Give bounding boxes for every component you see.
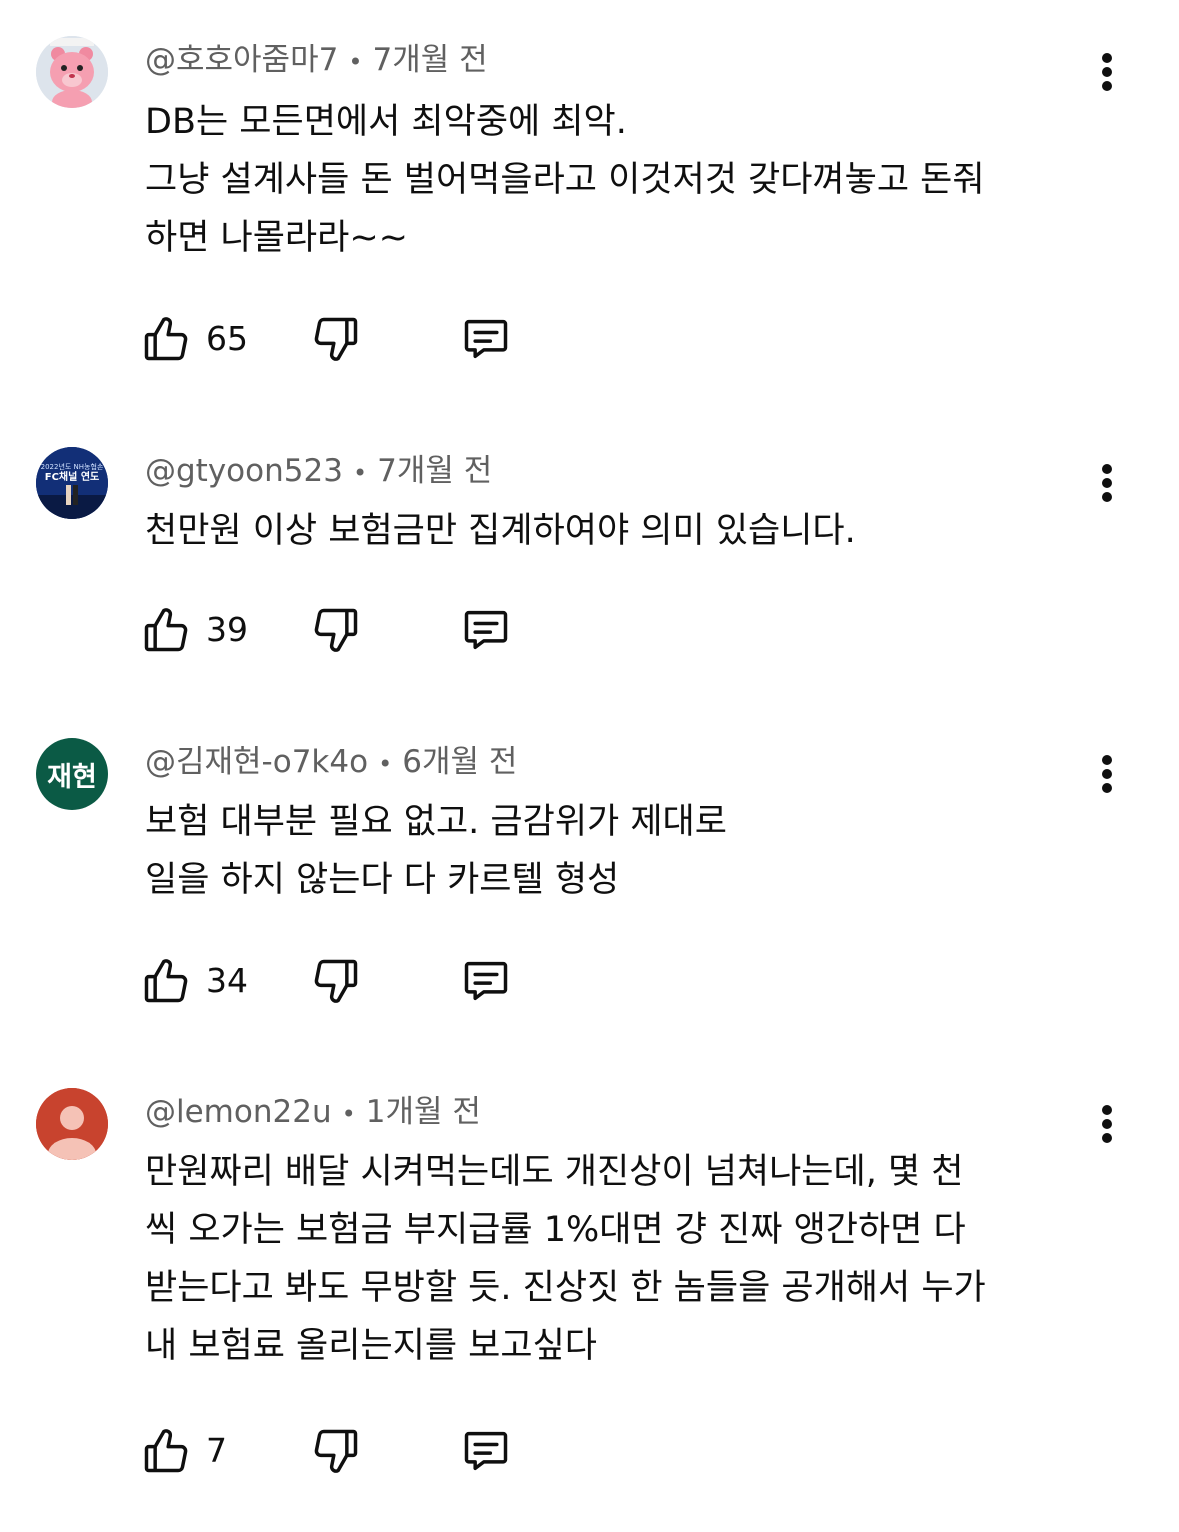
comment-time: 7개월 전 <box>377 453 493 489</box>
like-count: 39 <box>206 610 248 649</box>
comment-text-line: 보험 대부분 필요 없고. 금감위가 제대로 <box>145 802 727 842</box>
comment-text-line: 내 보험료 올리는지를 보고싶다 <box>145 1326 597 1366</box>
comment-text-line: 만원짜리 배달 시켜먹는데도 개진상이 넘쳐나는데, 몇 천 <box>145 1152 964 1192</box>
like-button[interactable]: 34 <box>140 953 248 1009</box>
avatar[interactable]: 2022년도 NH농협손 FC채널 연도 <box>36 447 108 519</box>
reply-comment-icon <box>464 1431 508 1471</box>
dislike-button[interactable] <box>310 1423 362 1479</box>
more-vert-icon <box>1102 1105 1112 1143</box>
reply-button[interactable] <box>458 311 514 367</box>
reply-comment-icon <box>464 961 508 1001</box>
comment-author[interactable]: @김재현-o7k4o <box>145 744 368 780</box>
reply-comment-icon <box>464 319 508 359</box>
comment-meta: @gtyoon523 • 7개월 전 <box>145 449 492 493</box>
like-count: 7 <box>206 1431 227 1470</box>
more-vert-icon <box>1102 755 1112 793</box>
like-button[interactable]: 7 <box>140 1423 227 1479</box>
comment-text-line: 하면 나몰라라~~ <box>145 218 408 258</box>
thumbs-up-icon <box>144 317 188 361</box>
avatar[interactable]: 재현 <box>36 738 108 810</box>
reply-button[interactable] <box>458 1423 514 1479</box>
dislike-button[interactable] <box>310 311 362 367</box>
more-options-button[interactable] <box>1088 750 1126 798</box>
more-options-button[interactable] <box>1088 1100 1126 1148</box>
thumbs-down-icon <box>314 317 358 361</box>
thumbs-up-icon <box>144 608 188 652</box>
comment-text-line: 받는다고 봐도 무방할 듯. 진상짓 한 놈들을 공개해서 누가 <box>145 1268 986 1308</box>
comment-text: 천만원 이상 보험금만 집계하여야 의미 있습니다. <box>145 502 1105 560</box>
thumbs-down-icon <box>314 608 358 652</box>
thumbs-down-icon <box>314 959 358 1003</box>
avatar[interactable] <box>36 1088 108 1160</box>
more-vert-icon <box>1102 53 1112 91</box>
more-options-button[interactable] <box>1088 459 1126 507</box>
reply-button[interactable] <box>458 953 514 1009</box>
comment-actions: 65 <box>140 311 540 367</box>
more-vert-icon <box>1102 464 1112 502</box>
meta-separator: • <box>348 48 363 76</box>
more-options-button[interactable] <box>1088 48 1126 96</box>
comment-author[interactable]: @호호아줌마7 <box>145 42 338 78</box>
like-count: 34 <box>206 961 248 1000</box>
meta-separator: • <box>378 750 393 778</box>
comment-text-line: 그냥 설계사들 돈 벌어먹을라고 이것저것 갖다껴놓고 돈줘 <box>145 160 985 200</box>
event-stage-photo-icon: 2022년도 NH농협손 FC채널 연도 <box>36 447 108 519</box>
default-person-icon <box>36 1088 108 1160</box>
comment-text-line: DB는 모든면에서 최악중에 최악. <box>145 102 627 142</box>
pink-bear-character-icon <box>36 36 108 108</box>
comment-actions: 39 <box>140 602 540 658</box>
thumbs-down-icon <box>314 1429 358 1473</box>
comment-meta: @lemon22u • 1개월 전 <box>145 1090 481 1134</box>
like-count: 65 <box>206 319 248 358</box>
comment-text: 보험 대부분 필요 없고. 금감위가 제대로 일을 하지 않는다 다 카르텔 형… <box>145 793 1105 909</box>
comment-author[interactable]: @gtyoon523 <box>145 453 343 489</box>
comment-text: DB는 모든면에서 최악중에 최악. 그냥 설계사들 돈 벌어먹을라고 이것저것… <box>145 93 1105 267</box>
comment-author[interactable]: @lemon22u <box>145 1094 332 1130</box>
comment-text-line: 일을 하지 않는다 다 카르텔 형성 <box>145 860 620 900</box>
like-button[interactable]: 39 <box>140 602 248 658</box>
comment-time: 6개월 전 <box>402 744 518 780</box>
comment-actions: 34 <box>140 953 540 1009</box>
dislike-button[interactable] <box>310 953 362 1009</box>
thumbs-up-icon <box>144 1429 188 1473</box>
comment-time: 7개월 전 <box>372 42 488 78</box>
comment-text-line: 천만원 이상 보험금만 집계하여야 의미 있습니다. <box>145 511 856 551</box>
meta-separator: • <box>352 459 368 487</box>
thumbs-up-icon <box>144 959 188 1003</box>
avatar-photo-text: 2022년도 NH농협손 <box>41 462 104 471</box>
comment-meta: @호호아줌마7 • 7개월 전 <box>145 38 488 82</box>
comment-actions: 7 <box>140 1423 540 1479</box>
comment-text: 만원짜리 배달 시켜먹는데도 개진상이 넘쳐나는데, 몇 천 씩 오가는 보험금… <box>145 1143 1105 1375</box>
reply-comment-icon <box>464 610 508 650</box>
meta-separator: • <box>341 1100 356 1128</box>
comment-time: 1개월 전 <box>365 1094 481 1130</box>
like-button[interactable]: 65 <box>140 311 248 367</box>
avatar-initials: 재현 <box>47 761 97 793</box>
comment-meta: @김재현-o7k4o • 6개월 전 <box>145 740 517 784</box>
dislike-button[interactable] <box>310 602 362 658</box>
reply-button[interactable] <box>458 602 514 658</box>
comment-text-line: 씩 오가는 보험금 부지급률 1%대면 걍 진짜 앵간하면 다 <box>145 1210 966 1250</box>
avatar[interactable] <box>36 36 108 108</box>
avatar-photo-text: FC채널 연도 <box>45 470 99 483</box>
